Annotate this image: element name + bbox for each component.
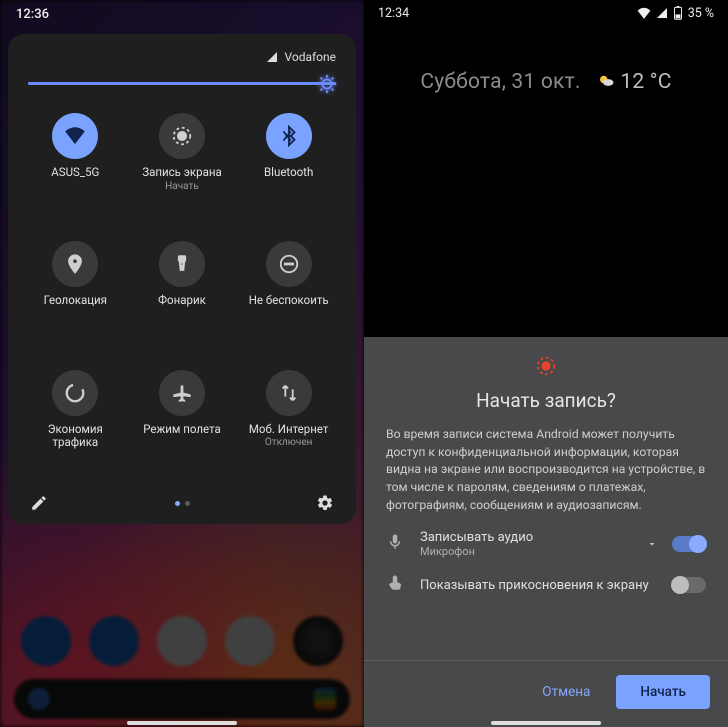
tile-label: ASUS_5G [51,166,99,180]
cancel-button[interactable]: Отмена [532,676,600,708]
bluetooth-icon [266,113,312,159]
sheet-title: Начать запись? [386,389,706,412]
tile-label: Режим полета [143,423,221,437]
mobiledata-icon [266,370,312,416]
glance-date: Суббота, 31 окт. [420,70,580,94]
sheet-body-text: Во время записи система Android может по… [386,426,706,514]
audio-label: Записывать аудио [420,530,632,545]
status-time: 12:36 [16,7,49,22]
location-icon [52,241,98,287]
qs-tile-bluetooth[interactable]: Bluetooth [235,107,342,231]
qs-tile-location[interactable]: Геолокация [22,235,129,359]
carrier-label: Vodafone [284,50,336,64]
tile-label: Bluetooth [264,166,313,180]
phone-right: 12:34 35 % Суббота, 31 окт. 12 °C [364,0,728,727]
brightness-fill [28,82,336,85]
touch-icon [386,574,404,592]
tile-grid: ASUS_5G Запись экранаНачать Bluetooth Геоло… [20,107,344,488]
audio-switch[interactable] [672,536,706,552]
battery-icon [673,6,683,20]
status-bar: 12:34 35 % [364,0,728,26]
wifi-icon [637,7,651,19]
nav-handle[interactable] [127,721,237,725]
airplane-icon [159,370,205,416]
phone-left: 12:36 Vodafone ASUS_5G Запись экранаНачат… [0,0,364,727]
quick-settings-panel: Vodafone ASUS_5G Запись экранаНачать Bluet… [8,34,356,524]
page-indicator [175,501,190,506]
status-icons: 35 % [637,6,714,21]
weather-icon [597,72,615,96]
qs-footer [20,488,344,514]
tile-label: Моб. Интернет [249,423,329,437]
touches-label: Показывать прикосновения к экрану [420,578,658,593]
qs-tile-dnd[interactable]: Не беспокоить [235,235,342,359]
tile-label: Фонарик [158,294,206,308]
record-icon [159,113,205,159]
qs-tile-airplane[interactable]: Режим полета [129,364,236,488]
settings-gear-icon[interactable] [316,494,334,512]
flash-icon [159,241,205,287]
edit-icon[interactable] [30,494,48,512]
tile-sublabel: Отключен [265,437,313,448]
signal-icon [266,51,278,63]
mic-icon [386,533,404,551]
record-icon [535,355,557,377]
brightness-thumb[interactable] [316,73,338,95]
sheet-actions: Отмена Начать [364,661,728,727]
tile-label: Не беспокоить [249,294,329,308]
record-audio-row[interactable]: Записывать аудио Микрофон [386,530,706,558]
page-dot-2 [185,501,190,506]
tile-sublabel: Начать [165,181,199,192]
tile-label: Геолокация [44,294,107,308]
touches-switch[interactable] [672,577,706,593]
qs-tile-datasaver[interactable]: Экономиятрафика [22,364,129,488]
page-dot-1 [175,501,180,506]
brightness-slider[interactable] [28,82,336,85]
qs-tile-record[interactable]: Запись экранаНачать [129,107,236,231]
tile-label: Запись экрана [142,166,221,180]
wifi-icon [52,113,98,159]
audio-sub: Микрофон [420,545,632,558]
start-button[interactable]: Начать [616,675,710,709]
show-touches-row[interactable]: Показывать прикосновения к экрану [386,574,706,596]
status-bar: 12:36 [0,0,364,28]
qs-tile-mobiledata[interactable]: Моб. ИнтернетОтключен [235,364,342,488]
glance-widget[interactable]: Суббота, 31 окт. 12 °C [364,70,728,96]
chevron-down-icon[interactable] [646,538,658,550]
qs-tile-flash[interactable]: Фонарик [129,235,236,359]
screen-record-sheet: Начать запись? Во время записи система A… [364,337,728,727]
brightness-icon [316,73,338,95]
battery-text: 35 % [688,6,714,21]
tile-label: Экономиятрафика [48,423,103,451]
glance-temp: 12 °C [620,70,671,94]
carrier-row: Vodafone [20,48,344,74]
signal-icon [656,7,668,19]
status-time: 12:34 [378,6,409,21]
nav-handle[interactable] [491,721,601,725]
datasaver-icon [52,370,98,416]
dnd-icon [266,241,312,287]
qs-tile-wifi[interactable]: ASUS_5G [22,107,129,231]
